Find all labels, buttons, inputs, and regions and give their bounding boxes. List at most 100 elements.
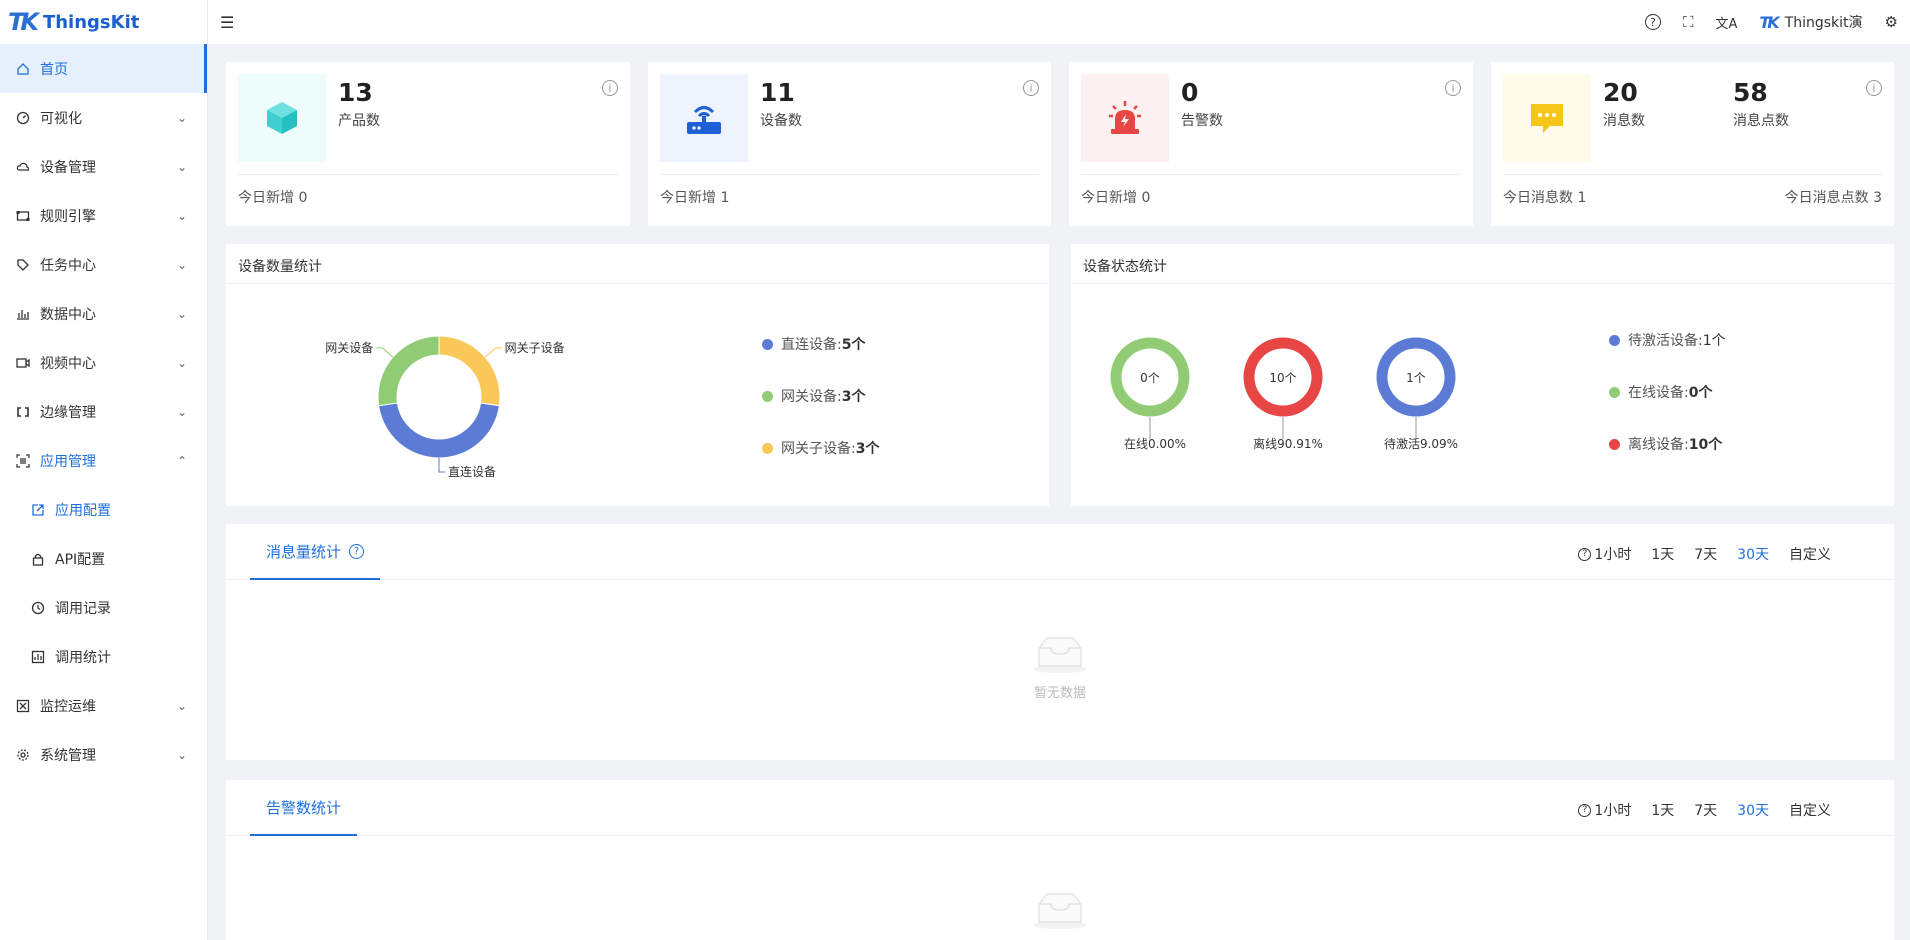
sidebar-item-video-center[interactable]: 视频中心 ⌄	[0, 338, 207, 387]
status-ring-value: 0个	[1140, 371, 1160, 385]
translate-icon[interactable]: 文A	[1715, 13, 1737, 32]
app-config-icon	[31, 503, 45, 517]
status-ring-label: 离线90.91%	[1253, 436, 1323, 451]
tab-label: 告警数统计	[266, 798, 342, 817]
chevron-down-icon: ⌄	[176, 208, 187, 223]
user-menu[interactable]: TK Thingskit演	[1759, 12, 1862, 32]
pie-slice[interactable]	[378, 402, 500, 459]
legend-item[interactable]: 离线设备: 10个	[1609, 434, 1722, 454]
info-icon[interactable]: i	[1023, 80, 1039, 96]
info-icon[interactable]: i	[1866, 80, 1882, 96]
settings-icon[interactable]: ⚙	[1885, 13, 1898, 31]
range-1d[interactable]: 1天	[1651, 544, 1674, 564]
info-icon[interactable]: i	[1445, 80, 1461, 96]
avatar: TK	[1759, 12, 1779, 32]
panel-title: 设备状态统计	[1083, 259, 1167, 275]
stat-footer: 今日消息数 1	[1503, 190, 1587, 206]
cube-icon	[238, 74, 326, 162]
menu-fold-icon[interactable]: ☰	[220, 13, 234, 32]
range-30d[interactable]: 30天	[1737, 800, 1769, 820]
stat-card-devices: 11 设备数 i 今日新增 1	[648, 62, 1051, 226]
sidebar-item-task-center[interactable]: 任务中心 ⌄	[0, 240, 207, 289]
legend-item[interactable]: 网关设备: 3个	[762, 386, 865, 406]
lock-icon	[31, 552, 45, 566]
stat-value: 13	[338, 78, 373, 107]
stat-label: 设备数	[760, 113, 802, 129]
edge-icon	[16, 405, 30, 419]
range-30d[interactable]: 30天	[1737, 544, 1769, 564]
range-1h[interactable]: ? 1小时	[1578, 800, 1631, 820]
fullscreen-icon[interactable]: ⛶	[1683, 13, 1694, 31]
legend-value: 0个	[1688, 385, 1713, 401]
empty-box-icon	[1033, 893, 1087, 929]
sidebar-item-edge-management[interactable]: 边缘管理 ⌄	[0, 387, 207, 436]
sidebar-item-label: 系统管理	[40, 747, 96, 764]
dashboard-icon	[16, 111, 30, 125]
time-range-selector: ? 1小时 1天 7天 30天 自定义	[1578, 544, 1831, 564]
sidebar-item-system-management[interactable]: 系统管理 ⌄	[0, 730, 207, 779]
pie-slice[interactable]	[438, 335, 501, 407]
sidebar-item-visualization[interactable]: 可视化 ⌄	[0, 93, 207, 142]
legend-dot	[762, 442, 773, 454]
device-status-panel: 设备状态统计 0个 在线0.00% 10个 离线90.91% 1个 待激活9.09% 待激…	[1071, 244, 1894, 506]
legend-item[interactable]: 直连设备: 5个	[762, 334, 865, 354]
tab-message-stats[interactable]: 消息量统计 ?	[250, 524, 381, 580]
pie-label-line	[376, 347, 394, 358]
app-icon	[16, 453, 30, 468]
sidebar-item-monitoring[interactable]: 监控运维 ⌄	[0, 681, 207, 730]
sidebar-item-label: 规则引擎	[40, 208, 96, 225]
cloud-icon	[16, 160, 30, 174]
sidebar-item-rule-engine[interactable]: 规则引擎 ⌄	[0, 191, 207, 240]
empty-state: 暂无数据	[1031, 634, 1089, 701]
empty-text: 暂无数据	[1033, 686, 1086, 701]
legend-name: 网关子设备:	[781, 441, 856, 457]
sidebar-item-app-config[interactable]: 应用配置	[0, 485, 207, 534]
legend-value: 3个	[841, 389, 866, 405]
sidebar-item-label: 边缘管理	[40, 404, 96, 421]
app-logo[interactable]: TK ThingsKit	[0, 0, 207, 44]
status-ring-value: 1个	[1406, 371, 1426, 385]
legend-item[interactable]: 待激活设备: 1个	[1609, 330, 1726, 350]
pie-slice[interactable]	[377, 335, 440, 407]
stat-card-messages: 20 消息数 58 消息点数 i 今日消息数 1 今日消息点数 3	[1491, 62, 1894, 226]
help-icon[interactable]: ?	[1644, 14, 1661, 30]
stat-footer-points: 今日消息点数 3	[1784, 190, 1882, 206]
question-icon[interactable]: ?	[349, 543, 365, 559]
legend-name: 网关设备:	[781, 389, 842, 405]
legend-item[interactable]: 网关子设备: 3个	[762, 438, 879, 458]
chevron-down-icon: ⌄	[176, 747, 187, 762]
tag-icon	[16, 258, 30, 272]
range-7d[interactable]: 7天	[1694, 544, 1717, 564]
time-range-selector: ? 1小时 1天 7天 30天 自定义	[1578, 800, 1831, 820]
sidebar-item-api-config[interactable]: API配置	[0, 534, 207, 583]
legend-dot	[1609, 386, 1620, 398]
sidebar-item-app-management[interactable]: 应用管理 ⌃	[0, 436, 207, 485]
range-1d[interactable]: 1天	[1651, 800, 1674, 820]
sidebar-item-call-stats[interactable]: 调用统计	[0, 632, 207, 681]
legend-dot	[1609, 334, 1620, 346]
range-custom[interactable]: 自定义	[1789, 544, 1831, 564]
sidebar-item-label: 任务中心	[40, 257, 96, 274]
tab-bar: 告警数统计 ? 1小时 1天 7天 30天 自定义	[226, 780, 1894, 836]
device-count-panel: 设备数量统计 直连设备 网关设备 网关子设备 直连设备: 5个 网关设备: 3个 网关子…	[226, 244, 1049, 506]
sidebar-item-label: 数据中心	[40, 306, 96, 323]
range-label: 1小时	[1594, 803, 1632, 819]
sidebar-item-label: 调用记录	[55, 600, 111, 617]
sidebar-item-data-center[interactable]: 数据中心 ⌄	[0, 289, 207, 338]
legend-value: 1个	[1702, 333, 1726, 349]
sidebar-item-label: 首页	[40, 61, 68, 78]
range-7d[interactable]: 7天	[1694, 800, 1717, 820]
range-custom[interactable]: 自定义	[1789, 800, 1831, 820]
info-icon[interactable]: i	[602, 80, 618, 96]
monitor-icon	[16, 699, 30, 713]
divider	[660, 174, 1039, 175]
stat-value-points: 58	[1733, 78, 1768, 107]
tab-alarm-stats[interactable]: 告警数统计	[250, 780, 358, 836]
sidebar-item-device-management[interactable]: 设备管理 ⌄	[0, 142, 207, 191]
sidebar-item-home[interactable]: 首页	[0, 44, 207, 93]
stat-value: 20	[1603, 78, 1638, 107]
legend-dot	[762, 338, 773, 350]
sidebar-item-call-records[interactable]: 调用记录	[0, 583, 207, 632]
range-1h[interactable]: ? 1小时	[1578, 544, 1631, 564]
legend-item[interactable]: 在线设备: 0个	[1609, 382, 1712, 402]
